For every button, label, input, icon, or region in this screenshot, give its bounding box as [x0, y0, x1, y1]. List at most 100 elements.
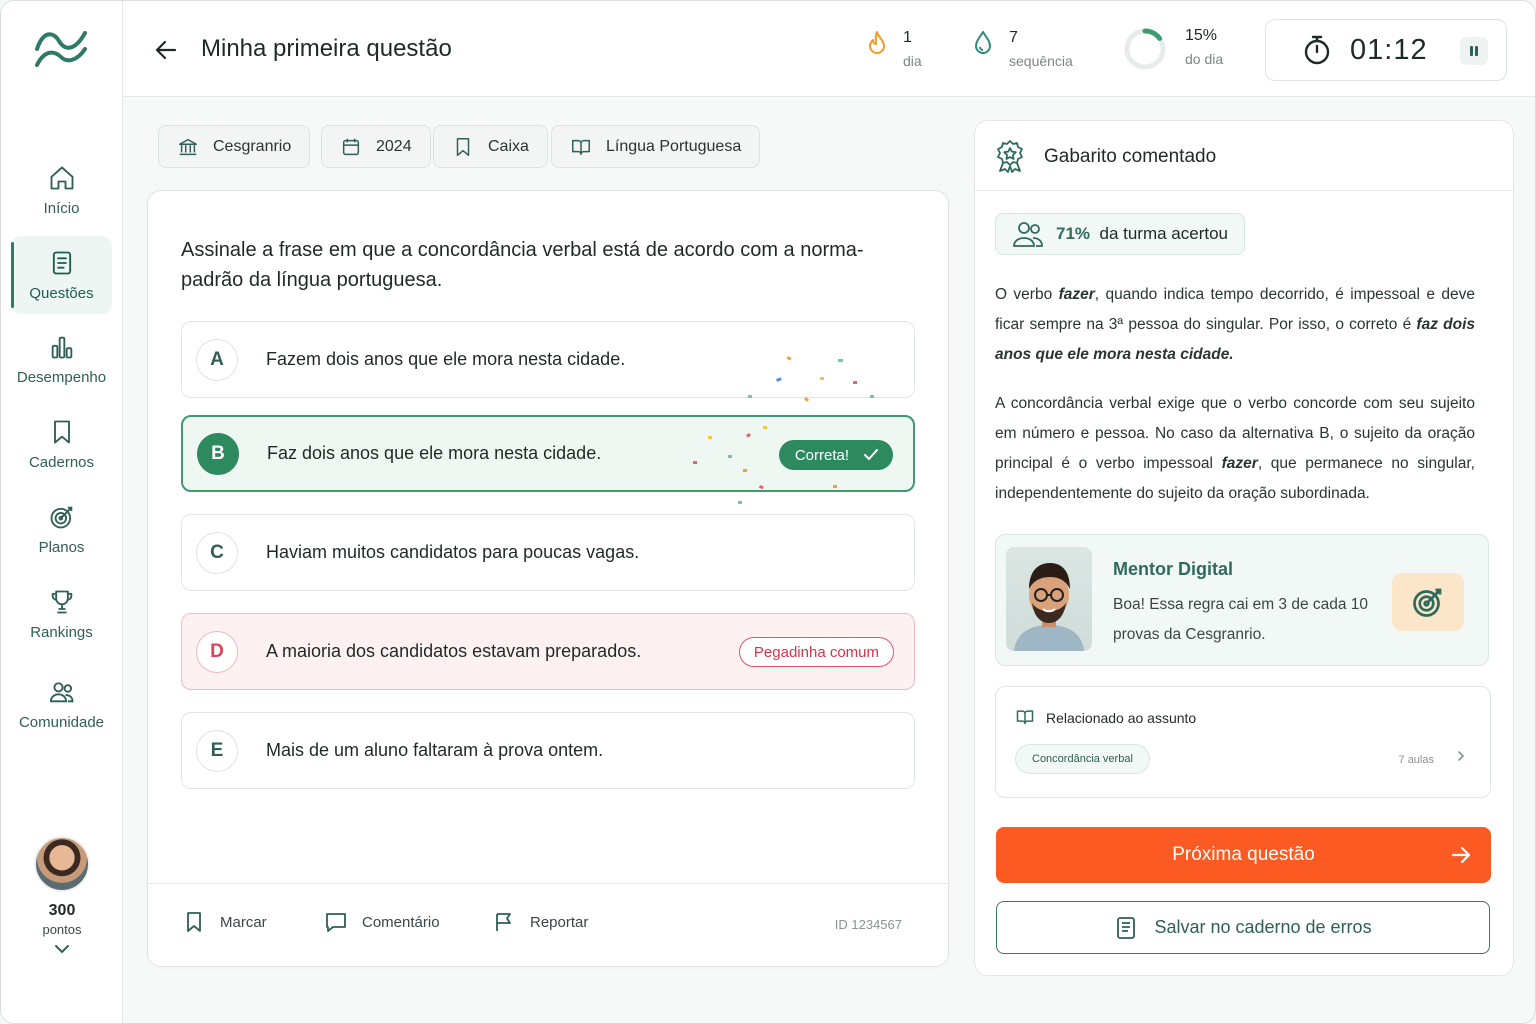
pause-button[interactable]	[1460, 37, 1488, 65]
mentor-avatar	[1006, 547, 1092, 651]
progress-ring-icon	[1124, 28, 1166, 70]
explanation-paragraph-2: A concordância verbal exige que o verbo …	[995, 389, 1475, 509]
answer-panel-title: Gabarito comentado	[1044, 146, 1217, 167]
page-title: Minha primeira questão	[201, 35, 452, 62]
class-accuracy-value: 71%	[1056, 224, 1091, 243]
tag-banca[interactable]: Cesgranrio	[158, 125, 311, 168]
sidebar-item-comunidade[interactable]: Comunidade	[11, 665, 112, 743]
target-icon-tile	[1392, 573, 1464, 631]
stat-label: dia	[903, 53, 922, 69]
mark-button[interactable]: Marcar	[182, 910, 267, 934]
alternative-b[interactable]: B Faz dois anos que ele mora nesta cidad…	[181, 415, 915, 492]
sidebar-item-rankings[interactable]: Rankings	[11, 575, 112, 653]
avatar[interactable]	[34, 836, 90, 892]
mentor-card: Mentor Digital Boa! Essa regra cai em 3 …	[995, 534, 1489, 666]
alternative-a[interactable]: A Fazem dois anos que ele mora nesta cid…	[181, 321, 915, 398]
next-question-label: Próxima questão	[1172, 844, 1315, 865]
related-topic-chip[interactable]: Concordância verbal	[1015, 744, 1150, 774]
tag-label: Caixa	[488, 137, 529, 155]
class-accuracy-label: da turma acertou	[1099, 224, 1228, 243]
related-lesson-count: 7 aulas	[1398, 754, 1434, 766]
document-icon	[52, 251, 71, 274]
stat-label: sequência	[1009, 53, 1073, 69]
explanation-text: O verbo	[995, 286, 1059, 303]
target-icon	[1413, 588, 1442, 617]
tag-label: Língua Portuguesa	[606, 137, 742, 155]
check-icon	[864, 449, 878, 460]
open-book-icon	[1016, 710, 1034, 725]
question-footer: Marcar Comentário Reportar ID 1234567	[148, 883, 948, 967]
stat-streak: 7 sequência	[971, 29, 1073, 69]
alternative-letter: D	[196, 630, 238, 673]
sidebar-item-label: Questões	[29, 284, 94, 302]
institution-icon	[179, 138, 197, 155]
sidebar-item-cadernos[interactable]: Cadernos	[11, 405, 112, 483]
next-question-button[interactable]: Próxima questão	[996, 827, 1491, 883]
correct-badge-label: Correta!	[794, 446, 849, 464]
app-window: Início Questões Desempenho Cadernos Plan…	[0, 0, 1536, 1024]
chevron-right-icon[interactable]	[1456, 749, 1466, 763]
users-icon	[1013, 222, 1043, 247]
sidebar-item-label: Desempenho	[16, 368, 107, 386]
answer-panel: Gabarito comentado 71% da turma acertou …	[974, 120, 1514, 976]
related-title: Relacionado ao assunto	[1046, 710, 1197, 726]
target-icon	[50, 506, 72, 528]
sidebar-item-label: Cadernos	[28, 453, 95, 471]
points-label: pontos	[42, 922, 82, 937]
alternative-letter: C	[196, 531, 238, 574]
sidebar-item-desempenho[interactable]: Desempenho	[11, 320, 112, 398]
alternative-text: Haviam muitos candidatos para poucas vag…	[266, 542, 640, 562]
stat-value: 7	[1009, 29, 1018, 46]
bar-chart-icon	[51, 336, 72, 358]
calendar-icon	[342, 138, 360, 155]
trophy-icon	[51, 590, 72, 613]
save-to-error-notebook-label: Salvar no caderno de erros	[1154, 917, 1372, 937]
chevron-down-icon[interactable]	[53, 943, 71, 955]
tag-year[interactable]: 2024	[321, 125, 431, 168]
sidebar-item-inicio[interactable]: Início	[11, 151, 112, 229]
alternative-c[interactable]: C Haviam muitos candidatos para poucas v…	[181, 514, 915, 591]
comment-button[interactable]: Comentário	[324, 910, 440, 934]
sidebar-item-planos[interactable]: Planos	[11, 490, 112, 568]
flame-icon	[869, 31, 885, 54]
timer: 01:12	[1265, 19, 1507, 81]
alternative-text: A maioria dos candidatos estavam prepara…	[266, 641, 642, 661]
sidebar-item-questoes[interactable]: Questões	[11, 236, 112, 314]
related-topic-card: Relacionado ao assunto Concordância verb…	[995, 686, 1491, 798]
alternative-d[interactable]: D A maioria dos candidatos estavam prepa…	[181, 613, 915, 690]
bookmark-icon	[53, 420, 70, 443]
comment-icon	[326, 913, 346, 932]
stat-daily-progress: 15% do dia	[1123, 27, 1223, 71]
alternative-e[interactable]: E Mais de um aluno faltaram à prova onte…	[181, 712, 915, 789]
save-to-error-notebook-button[interactable]: Salvar no caderno de erros	[996, 901, 1490, 954]
explanation-emphasis: fazer	[1221, 455, 1258, 472]
stat-label: do dia	[1185, 51, 1224, 67]
points-value: 300	[48, 902, 76, 919]
back-arrow-icon[interactable]	[151, 35, 181, 65]
profile-widget[interactable]: 300 pontos	[1, 836, 123, 960]
class-accuracy-pill: 71% da turma acertou	[995, 213, 1245, 255]
tag-subject[interactable]: Língua Portuguesa	[551, 125, 761, 168]
pause-icon	[1470, 46, 1478, 56]
sidebar-item-label: Comunidade	[18, 713, 105, 731]
sidebar-item-label: Planos	[38, 538, 85, 556]
arrow-right-icon	[1451, 846, 1471, 864]
report-button[interactable]: Reportar	[492, 910, 588, 934]
question-text: Assinale a frase em que a concordância v…	[181, 239, 864, 291]
sidebar-item-label: Rankings	[30, 623, 93, 641]
drop-icon	[975, 31, 991, 54]
comment-label: Comentário	[362, 913, 440, 931]
correct-badge: Correta!	[778, 440, 893, 470]
flag-icon	[496, 913, 511, 931]
tag-label: Cesgranrio	[213, 137, 292, 155]
logo-icon	[35, 31, 87, 67]
trap-badge: Pegadinha comum	[738, 637, 894, 667]
open-book-icon	[572, 139, 590, 155]
mark-label: Marcar	[220, 913, 267, 931]
alternative-letter: A	[196, 338, 238, 381]
notebook-icon	[1117, 916, 1136, 939]
sidebar: Início Questões Desempenho Cadernos Plan…	[1, 1, 123, 1023]
stat-day: 1 dia	[865, 29, 922, 69]
question-card: Assinale a frase em que a concordância v…	[147, 190, 949, 967]
tag-orgao[interactable]: Caixa	[433, 125, 548, 168]
